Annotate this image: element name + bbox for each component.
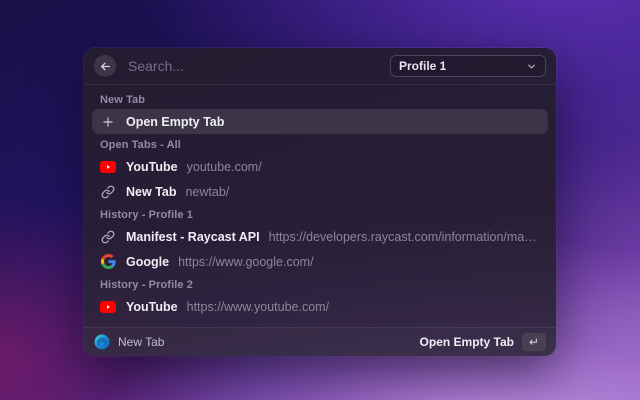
item-title: Manifest - Raycast API: [126, 229, 260, 244]
section-header: History - Profile 1: [100, 209, 193, 221]
results-list: New Tab Open Empty Tab Open Tabs - All Y…: [84, 85, 556, 327]
item-subtitle: youtube.com/: [186, 159, 262, 174]
section-header: Open Tabs - All: [100, 139, 181, 151]
arrow-left-icon: [99, 60, 112, 73]
section-new-tab: New Tab Open Empty Tab: [92, 94, 548, 134]
launcher-window: Profile 1 New Tab Open Empty Tab Open Ta…: [84, 48, 556, 356]
footer-bar: New Tab Open Empty Tab ↵: [84, 327, 556, 356]
item-title: New Tab: [126, 184, 177, 199]
item-title: YouTube: [126, 299, 178, 314]
list-item-youtube-history[interactable]: YouTube https://www.youtube.com/: [92, 294, 548, 319]
item-subtitle: https://www.youtube.com/: [186, 299, 330, 314]
list-item-google[interactable]: Google https://www.google.com/: [92, 249, 548, 274]
item-subtitle: newtab/: [185, 184, 230, 199]
chevron-down-icon: [526, 61, 537, 72]
item-subtitle: https://www.google.com/: [178, 254, 314, 269]
item-title: Open Empty Tab: [126, 114, 225, 129]
profile-dropdown[interactable]: Profile 1: [390, 55, 546, 77]
section-history-profile-1: History - Profile 1 Manifest - Raycast A…: [92, 209, 548, 274]
list-item-manifest-raycast-api[interactable]: Manifest - Raycast API https://developer…: [92, 224, 548, 249]
enter-key-icon: ↵: [522, 333, 546, 351]
youtube-icon: [100, 159, 116, 175]
link-icon: [100, 184, 116, 200]
footer-action-label[interactable]: Open Empty Tab: [420, 335, 514, 349]
section-header: New Tab: [100, 94, 146, 106]
item-subtitle: https://developers.raycast.com/informati…: [268, 229, 540, 244]
list-item-new-tab[interactable]: New Tab newtab/: [92, 179, 548, 204]
list-item-youtube-tab[interactable]: YouTube youtube.com/: [92, 154, 548, 179]
search-input[interactable]: [126, 57, 390, 75]
list-item-open-empty-tab[interactable]: Open Empty Tab: [92, 109, 548, 134]
back-button[interactable]: [94, 55, 116, 77]
youtube-icon: [100, 299, 116, 315]
section-header: History - Profile 2: [100, 279, 193, 291]
section-open-tabs: Open Tabs - All YouTube youtube.com/ New…: [92, 139, 548, 204]
edge-icon: [94, 334, 110, 350]
google-icon: [100, 254, 116, 270]
profile-dropdown-value: Profile 1: [399, 59, 447, 73]
item-title: Google: [126, 254, 170, 269]
link-icon: [100, 229, 116, 245]
search-bar: Profile 1: [84, 48, 556, 85]
footer-app-name: New Tab: [118, 335, 165, 349]
item-title: YouTube: [126, 159, 178, 174]
section-history-profile-2: History - Profile 2 YouTube https://www.…: [92, 279, 548, 319]
plus-icon: [100, 114, 116, 130]
